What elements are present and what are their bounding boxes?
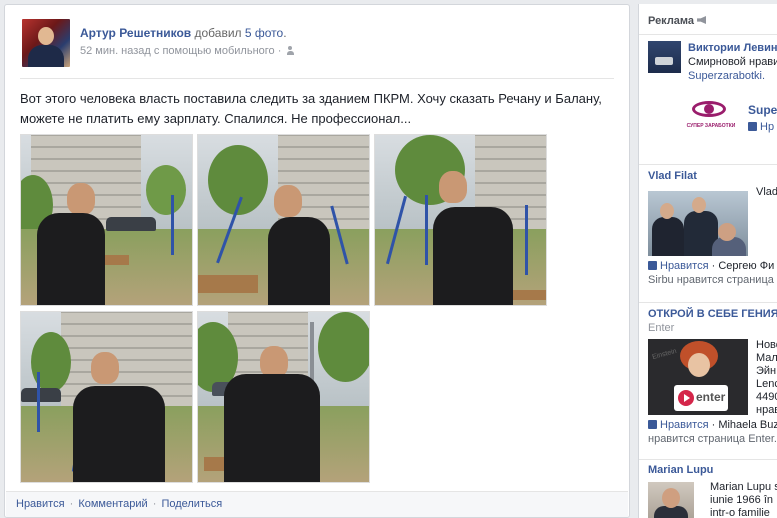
like-link[interactable]: Нравится bbox=[660, 419, 709, 431]
ad-like-line: Нравится · Сергею Фи bbox=[648, 260, 774, 273]
actions-separator: · bbox=[152, 498, 157, 510]
ad-side-line: Lenc bbox=[756, 378, 777, 390]
ad-title-enter[interactable]: ОТКРОЙ В СЕБЕ ГЕНИЯ! bbox=[648, 308, 777, 320]
comment-link[interactable]: Комментарий bbox=[78, 498, 147, 510]
photos-count-link[interactable]: 5 фото bbox=[245, 26, 283, 40]
ad-image-vlad-filat[interactable] bbox=[648, 191, 748, 256]
ads-heading-text: Реклама bbox=[648, 15, 695, 27]
right-sidebar-ads: Реклама Виктории Левин Смирновой нравитс… bbox=[638, 4, 777, 518]
post-text: Вот этого человека власть поставила след… bbox=[20, 91, 602, 126]
ad-image-enter[interactable]: Einstein enter bbox=[648, 339, 748, 415]
post-photo-5[interactable] bbox=[197, 311, 370, 483]
divider bbox=[639, 302, 777, 303]
action-prefix: добавил bbox=[194, 26, 242, 40]
bullhorn-icon bbox=[697, 16, 707, 24]
ad-side-line: 4490 bbox=[756, 391, 777, 403]
post-photo-3[interactable] bbox=[374, 134, 547, 306]
post-timestamp[interactable]: 52 мин. назад с помощью мобильного bbox=[80, 45, 275, 57]
author-avatar[interactable] bbox=[22, 19, 70, 67]
ad-subtitle: Enter bbox=[648, 322, 675, 334]
photo-grid bbox=[20, 134, 560, 486]
enter-logo-text: enter bbox=[696, 390, 726, 404]
ad-side-line: intr-o familie bbox=[710, 507, 770, 518]
ad-social-name[interactable]: Виктории Левин bbox=[688, 42, 777, 55]
meta-separator: · bbox=[277, 45, 282, 57]
thumbs-up-icon bbox=[648, 420, 657, 429]
ad-side-line: iunie 1966 în bbox=[710, 494, 773, 506]
post-photo-4[interactable] bbox=[20, 311, 193, 483]
ad-like-line: Нравится · Mihaela Buz bbox=[648, 419, 777, 432]
divider bbox=[639, 459, 777, 460]
author-line: Артур Решетников добавил 5 фото. bbox=[80, 26, 287, 40]
ad-side-line: Эйн bbox=[756, 365, 777, 377]
post-header: Артур Решетников добавил 5 фото. 52 мин.… bbox=[20, 17, 614, 79]
like-link[interactable]: Нравится bbox=[16, 498, 65, 510]
ad-title-vlad-filat[interactable]: Vlad Filat bbox=[648, 170, 697, 182]
thumbs-up-icon bbox=[648, 261, 657, 270]
ad-social-line: Смирновой нравится bbox=[688, 56, 777, 68]
divider bbox=[639, 34, 777, 35]
news-feed-post: Артур Решетников добавил 5 фото. 52 мин.… bbox=[4, 4, 630, 518]
audience-friends-icon[interactable] bbox=[287, 46, 297, 55]
play-icon bbox=[678, 390, 694, 406]
action-suffix: . bbox=[283, 26, 287, 40]
ad-title[interactable]: Super bbox=[748, 104, 777, 117]
author-name-link[interactable]: Артур Решетников bbox=[80, 26, 191, 40]
like-label: Нр bbox=[760, 121, 775, 133]
like-link[interactable]: Нравится bbox=[660, 260, 709, 272]
like-social-text: · Mihaela Buz bbox=[711, 419, 777, 431]
ad-side-line: Ново bbox=[756, 339, 777, 351]
ad-side-text: Vlad bbox=[756, 186, 777, 198]
ad-social-line: Sirbu нравится страница V bbox=[648, 274, 777, 286]
post-photo-2[interactable] bbox=[197, 134, 370, 306]
divider bbox=[639, 164, 777, 165]
ad-thumbnail-superzarabotki[interactable] bbox=[648, 41, 681, 73]
ads-heading: Реклама bbox=[648, 15, 707, 27]
ad-image-marian-lupu[interactable] bbox=[648, 482, 694, 518]
superzarabotki-logo[interactable]: СУПЕР ЗАРАБОТКИ bbox=[686, 97, 736, 137]
ad-side-line: Marian Lupu s bbox=[710, 481, 777, 493]
share-link[interactable]: Поделиться bbox=[161, 498, 222, 510]
logo-text: СУПЕР ЗАРАБОТКИ bbox=[686, 123, 736, 129]
ad-side-line: Мало bbox=[756, 352, 777, 364]
ad-side-line: нрав bbox=[756, 404, 777, 416]
ad-page-link[interactable]: Superzarabotki. bbox=[688, 70, 765, 83]
ad-title-marian-lupu[interactable]: Marian Lupu bbox=[648, 464, 713, 476]
post-actions-bar: Нравится · Комментарий · Поделиться bbox=[6, 491, 628, 517]
ad-like-button[interactable]: Нр bbox=[748, 121, 774, 134]
post-meta: 52 мин. назад с помощью мобильного · bbox=[80, 45, 297, 57]
ad-social-line: нравится страница Enter. bbox=[648, 433, 777, 445]
thumbs-up-icon bbox=[748, 122, 757, 131]
like-social-text: · Сергею Фи bbox=[711, 260, 775, 272]
post-photo-1[interactable] bbox=[20, 134, 193, 306]
actions-separator: · bbox=[69, 498, 74, 510]
